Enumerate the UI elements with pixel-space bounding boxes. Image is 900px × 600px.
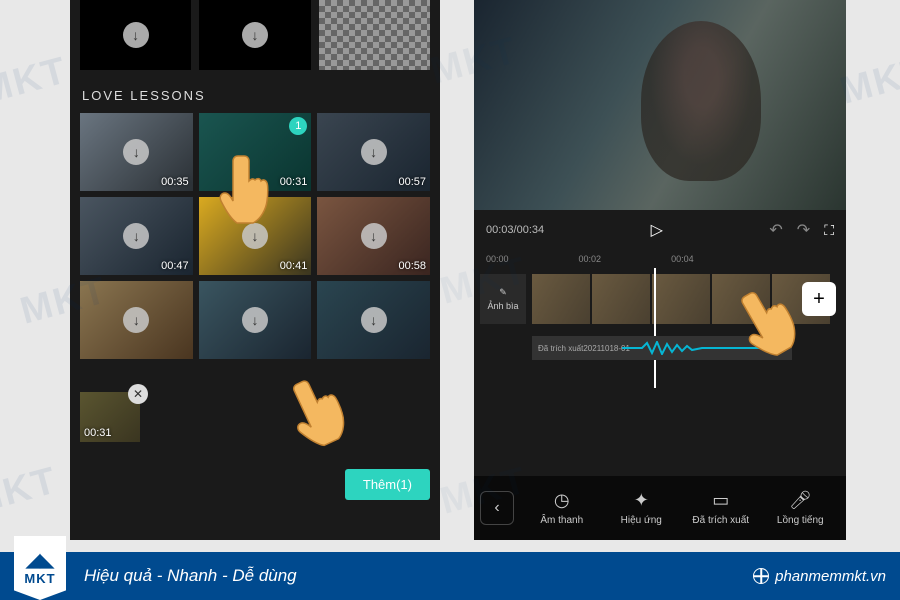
download-icon: ↓ xyxy=(123,307,149,333)
download-icon: ↓ xyxy=(242,223,268,249)
audio-clip-label: Đã trích xuất20211018-01 xyxy=(538,344,630,353)
redo-button[interactable]: ↷ xyxy=(797,220,810,240)
edit-icon: ✎ xyxy=(499,287,507,298)
phone-gallery: ↓ ↓ LOVE LESSONS ↓ 00:35 1 00:31 ↓ 00:57… xyxy=(70,0,440,540)
timeline-ruler: 00:00 00:02 00:04 xyxy=(474,250,846,268)
top-thumb-row: ↓ ↓ xyxy=(70,0,440,70)
download-icon: ↓ xyxy=(123,139,149,165)
clip-duration: 00:31 xyxy=(280,176,308,188)
editor-bottom-bar: ‹ ◷ Âm thanh ✦ Hiệu ứng ▭ Đã trích xuất … xyxy=(474,476,846,540)
download-icon: ↓ xyxy=(361,139,387,165)
clip-duration: 00:57 xyxy=(398,176,426,188)
clip-duration: 00:41 xyxy=(280,260,308,272)
tab-voiceover[interactable]: 🎤︎ Lồng tiếng xyxy=(761,490,841,526)
tab-label: Đã trích xuất xyxy=(692,515,749,526)
tagline: Hiệu quả - Nhanh - Dễ dùng xyxy=(84,566,297,586)
cover-label: Ảnh bìa xyxy=(487,301,518,311)
watermark: MKT xyxy=(0,49,72,113)
download-icon: ↓ xyxy=(361,307,387,333)
back-button[interactable]: ‹ xyxy=(480,491,514,525)
tab-label: Âm thanh xyxy=(540,515,583,526)
site-link[interactable]: phanmemmkt.vn xyxy=(753,568,886,585)
timeline-clip[interactable] xyxy=(592,274,650,324)
clip-thumb[interactable]: ↓ xyxy=(199,281,312,359)
watermark: MKT xyxy=(0,459,62,523)
template-thumb-transparent[interactable] xyxy=(319,0,430,70)
selected-clip-preview[interactable]: ✕ 00:31 xyxy=(80,392,140,442)
phone-editor: 00:03/00:34 ▷ ↶ ↷ ⛶ 00:00 00:02 00:04 ✎ … xyxy=(474,0,846,540)
undo-button[interactable]: ↶ xyxy=(769,220,782,240)
video-preview[interactable] xyxy=(474,0,846,210)
tab-extracted[interactable]: ▭ Đã trích xuất xyxy=(681,490,761,526)
timeline-clip[interactable] xyxy=(532,274,590,324)
video-track[interactable] xyxy=(532,274,830,324)
template-thumb[interactable]: ↓ xyxy=(80,0,191,70)
tab-label: Lồng tiếng xyxy=(777,515,824,526)
tab-label: Hiệu ứng xyxy=(621,515,662,526)
tab-audio[interactable]: ◷ Âm thanh xyxy=(522,490,602,526)
preview-content xyxy=(641,21,761,181)
download-icon: ↓ xyxy=(123,22,149,48)
logo-badge: ◢◣ MKT xyxy=(14,536,66,600)
globe-icon xyxy=(753,568,769,584)
add-clip-button[interactable]: + xyxy=(802,282,836,316)
timeline-clip[interactable] xyxy=(652,274,710,324)
timeline-clip[interactable] xyxy=(712,274,770,324)
ruler-tick: 00:02 xyxy=(579,254,602,264)
ruler-tick: 00:04 xyxy=(671,254,694,264)
clip-grid: ↓ 00:35 1 00:31 ↓ 00:57 ↓ 00:47 ↓ 00:41 … xyxy=(70,113,440,359)
clip-thumb[interactable]: ↓ 00:58 xyxy=(317,197,430,275)
mic-icon: 🎤︎ xyxy=(789,490,812,511)
cover-button[interactable]: ✎ Ảnh bìa xyxy=(480,274,526,324)
clip-thumb[interactable]: ↓ 00:35 xyxy=(80,113,193,191)
footer-bar: ◢◣ MKT Hiệu quả - Nhanh - Dễ dùng phanme… xyxy=(0,552,900,600)
selection-badge: 1 xyxy=(289,117,307,135)
clip-thumb[interactable]: ↓ 00:57 xyxy=(317,113,430,191)
download-icon: ↓ xyxy=(123,223,149,249)
add-button[interactable]: Thêm(1) xyxy=(345,469,430,500)
clip-thumb[interactable]: ↓ 00:41 xyxy=(199,197,312,275)
logo-text: MKT xyxy=(24,571,55,586)
playback-controls: 00:03/00:34 ▷ ↶ ↷ ⛶ xyxy=(474,210,846,250)
download-icon: ↓ xyxy=(242,307,268,333)
clip-thumb[interactable]: ↓ 00:47 xyxy=(80,197,193,275)
ruler-tick: 00:00 xyxy=(486,254,509,264)
fullscreen-button[interactable]: ⛶ xyxy=(824,222,834,239)
clip-thumb-selected[interactable]: 1 00:31 xyxy=(199,113,312,191)
clip-thumb[interactable]: ↓ xyxy=(80,281,193,359)
clip-duration: 00:58 xyxy=(398,260,426,272)
audio-track[interactable]: Đã trích xuất20211018-01 xyxy=(532,336,792,360)
site-url: phanmemmkt.vn xyxy=(775,568,886,585)
play-button[interactable]: ▷ xyxy=(544,220,769,240)
download-icon: ↓ xyxy=(242,22,268,48)
clip-duration: 00:35 xyxy=(161,176,189,188)
download-icon: ↓ xyxy=(361,223,387,249)
time-display: 00:03/00:34 xyxy=(486,224,544,236)
clip-duration: 00:31 xyxy=(84,427,112,439)
effect-icon: ✦ xyxy=(634,490,649,511)
remove-icon[interactable]: ✕ xyxy=(128,384,148,404)
playhead[interactable] xyxy=(654,268,656,388)
timeline[interactable]: ✎ Ảnh bìa + Đã trích xuất20211018-01 xyxy=(474,268,846,398)
clip-thumb[interactable]: ↓ xyxy=(317,281,430,359)
template-thumb[interactable]: ↓ xyxy=(199,0,310,70)
audio-icon: ◷ xyxy=(554,490,570,511)
logo-icon: ◢◣ xyxy=(26,550,54,571)
clip-duration: 00:47 xyxy=(161,260,189,272)
tab-effect[interactable]: ✦ Hiệu ứng xyxy=(602,490,682,526)
waveform-icon xyxy=(622,341,782,355)
folder-icon: ▭ xyxy=(712,490,729,511)
section-title: LOVE LESSONS xyxy=(70,70,440,113)
